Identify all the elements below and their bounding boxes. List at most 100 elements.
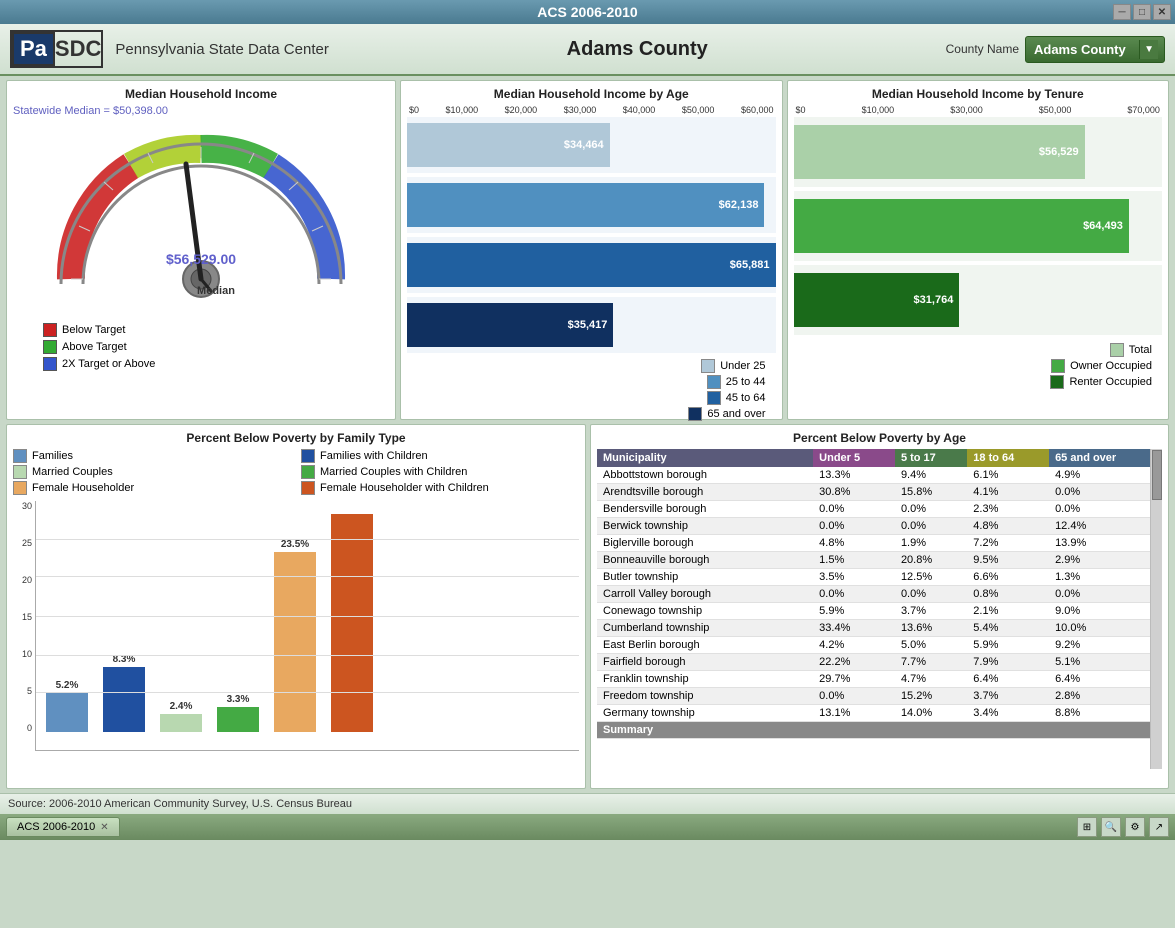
restore-button[interactable]: □ <box>1133 4 1151 20</box>
gauge-chart: $56,529.00 Median <box>41 119 361 319</box>
taskbar-tab[interactable]: ACS 2006-2010 ✕ <box>6 817 120 837</box>
county-name-label: County Name <box>946 42 1019 56</box>
footer: Source: 2006-2010 American Community Sur… <box>0 793 1175 814</box>
title-bar: ACS 2006-2010 ─ □ ✕ <box>0 0 1175 24</box>
taskbar-icons: ⊞ 🔍 ⚙ ↗ <box>1077 817 1169 837</box>
minimize-button[interactable]: ─ <box>1113 4 1131 20</box>
taskbar-tab-close-icon[interactable]: ✕ <box>100 822 108 833</box>
bottom-charts-row: Percent Below Poverty by Family Type Fam… <box>6 424 1169 789</box>
bar-married-children: 3.3% <box>217 501 259 750</box>
family-chart-area: 30 25 20 15 10 5 0 <box>13 501 579 751</box>
table-row: Franklin township29.7%4.7%6.4%6.4% <box>597 671 1162 688</box>
grid-icon[interactable]: ⊞ <box>1077 817 1097 837</box>
legend-below-target: Below Target <box>43 323 155 337</box>
table-row: Cumberland township33.4%13.6%5.4%10.0% <box>597 620 1162 637</box>
gauge-legend: Below Target Above Target 2X Target or A… <box>43 323 155 371</box>
col-municipality: Municipality <box>597 449 813 467</box>
above-target-label: Above Target <box>62 341 127 353</box>
income-age-axis: $0 $10,000 $20,000 $30,000 $40,000 $50,0… <box>407 105 776 115</box>
income-tenure-bars: $56,529 $64,493 $31,764 <box>794 117 1163 335</box>
poverty-family-panel: Percent Below Poverty by Family Type Fam… <box>6 424 586 789</box>
table-row: Freedom township0.0%15.2%3.7%2.8% <box>597 688 1162 705</box>
bar-65over: $35,417 <box>407 297 776 353</box>
county-dropdown-value: Adams County <box>1034 42 1126 57</box>
col-18to64: 18 to 64 <box>967 449 1049 467</box>
share-icon[interactable]: ↗ <box>1149 817 1169 837</box>
y-axis: 30 25 20 15 10 5 0 <box>13 501 35 751</box>
income-age-bars: $34,464 $62,138 $65,881 <box>407 117 776 353</box>
income-tenure-panel: Median Household Income by Tenure $0 $10… <box>787 80 1170 420</box>
close-button[interactable]: ✕ <box>1153 4 1171 20</box>
income-age-panel: Median Household Income by Age $0 $10,00… <box>400 80 783 420</box>
gauge-container: $56,529.00 Median Below Target Above Tar… <box>13 119 389 371</box>
poverty-age-table-container: Municipality Under 5 5 to 17 18 to 64 65… <box>597 449 1162 769</box>
income-tenure-title: Median Household Income by Tenure <box>794 87 1163 101</box>
poverty-age-panel: Percent Below Poverty by Age Municipalit… <box>590 424 1169 789</box>
bar-female: 23.5% <box>274 501 316 750</box>
income-age-legend: Under 25 25 to 44 45 to 64 65 and over <box>407 359 776 421</box>
table-row: Carroll Valley borough0.0%0.0%0.8%0.0% <box>597 586 1162 603</box>
logo-pa: Pa <box>12 32 55 66</box>
table-row: Berwick township0.0%0.0%4.8%12.4% <box>597 518 1162 535</box>
poverty-age-title: Percent Below Poverty by Age <box>597 431 1162 445</box>
county-dropdown[interactable]: Adams County ▼ <box>1025 36 1165 63</box>
above-target-icon <box>43 340 57 354</box>
table-row: Arendtsville borough30.8%15.8%4.1%0.0% <box>597 484 1162 501</box>
2x-target-label: 2X Target or Above <box>62 358 155 370</box>
taskbar: ACS 2006-2010 ✕ ⊞ 🔍 ⚙ ↗ <box>0 814 1175 840</box>
page-title: Adams County <box>329 38 946 61</box>
bar-25to44: $62,138 <box>407 177 776 233</box>
window-controls: ─ □ ✕ <box>1113 4 1171 20</box>
bar-owner: $64,493 <box>794 191 1163 261</box>
poverty-age-table: Municipality Under 5 5 to 17 18 to 64 65… <box>597 449 1162 739</box>
bar-total: $56,529 <box>794 117 1163 187</box>
taskbar-tab-label: ACS 2006-2010 <box>17 821 95 833</box>
table-row: Germany township13.1%14.0%3.4%8.8% <box>597 705 1162 722</box>
table-header-row: Municipality Under 5 5 to 17 18 to 64 65… <box>597 449 1162 467</box>
table-row: Biglerville borough4.8%1.9%7.2%13.9% <box>597 535 1162 552</box>
gauge-panel: Median Household Income Statewide Median… <box>6 80 396 420</box>
income-age-title: Median Household Income by Age <box>407 87 776 101</box>
bar-under25: $34,464 <box>407 117 776 173</box>
search-icon[interactable]: 🔍 <box>1101 817 1121 837</box>
table-row: Butler township3.5%12.5%6.6%1.3% <box>597 569 1162 586</box>
county-selector: County Name Adams County ▼ <box>946 36 1165 63</box>
table-row: Bonneauville borough1.5%20.8%9.5%2.9% <box>597 552 1162 569</box>
bar-families: 5.2% <box>46 501 88 750</box>
dropdown-arrow-icon[interactable]: ▼ <box>1139 40 1158 59</box>
income-tenure-axis: $0 $10,000 $30,000 $50,000 $70,000 <box>794 105 1163 115</box>
legend-2x-target: 2X Target or Above <box>43 357 155 371</box>
summary-row: Summary <box>597 722 1162 739</box>
2x-target-icon <box>43 357 57 371</box>
source-text: Source: 2006-2010 American Community Sur… <box>8 798 352 810</box>
family-bars-container: 5.2% 8.3% 2.4% 3.3% <box>35 501 579 751</box>
poverty-family-legend: Families Families with Children Married … <box>13 449 579 495</box>
col-65over: 65 and over <box>1049 449 1162 467</box>
table-row: Fairfield borough22.2%7.7%7.9%5.1% <box>597 654 1162 671</box>
scrollbar-thumb[interactable] <box>1152 450 1162 500</box>
table-row: Conewago township5.9%3.7%2.1%9.0% <box>597 603 1162 620</box>
bar-families-children: 8.3% <box>103 501 145 750</box>
logo-area: Pa SDC Pennsylvania State Data Center <box>10 30 329 68</box>
income-tenure-legend: Total Owner Occupied Renter Occupied <box>794 343 1163 389</box>
scrollbar-track[interactable] <box>1150 449 1162 769</box>
below-target-label: Below Target <box>62 324 125 336</box>
main-content: Median Household Income Statewide Median… <box>0 76 1175 793</box>
table-body: Abbottstown borough13.3%9.4%6.1%4.9% Are… <box>597 467 1162 739</box>
logo-text: Pennsylvania State Data Center <box>115 41 328 58</box>
col-under5: Under 5 <box>813 449 895 467</box>
svg-text:Median: Median <box>197 285 235 297</box>
legend-above-target: Above Target <box>43 340 155 354</box>
gauge-title: Median Household Income <box>13 87 389 101</box>
table-row: Bendersville borough0.0%0.0%2.3%0.0% <box>597 501 1162 518</box>
table-row: Abbottstown borough13.3%9.4%6.1%4.9% <box>597 467 1162 484</box>
settings-icon[interactable]: ⚙ <box>1125 817 1145 837</box>
title-bar-text: ACS 2006-2010 <box>537 4 637 20</box>
below-target-icon <box>43 323 57 337</box>
bar-female-children: 29.3% <box>331 501 373 750</box>
col-5to17: 5 to 17 <box>895 449 967 467</box>
logo-sdc: SDC <box>55 36 101 62</box>
statewide-median-label: Statewide Median = $50,398.00 <box>13 105 389 117</box>
poverty-family-title: Percent Below Poverty by Family Type <box>13 431 579 445</box>
bar-45to64: $65,881 <box>407 237 776 293</box>
